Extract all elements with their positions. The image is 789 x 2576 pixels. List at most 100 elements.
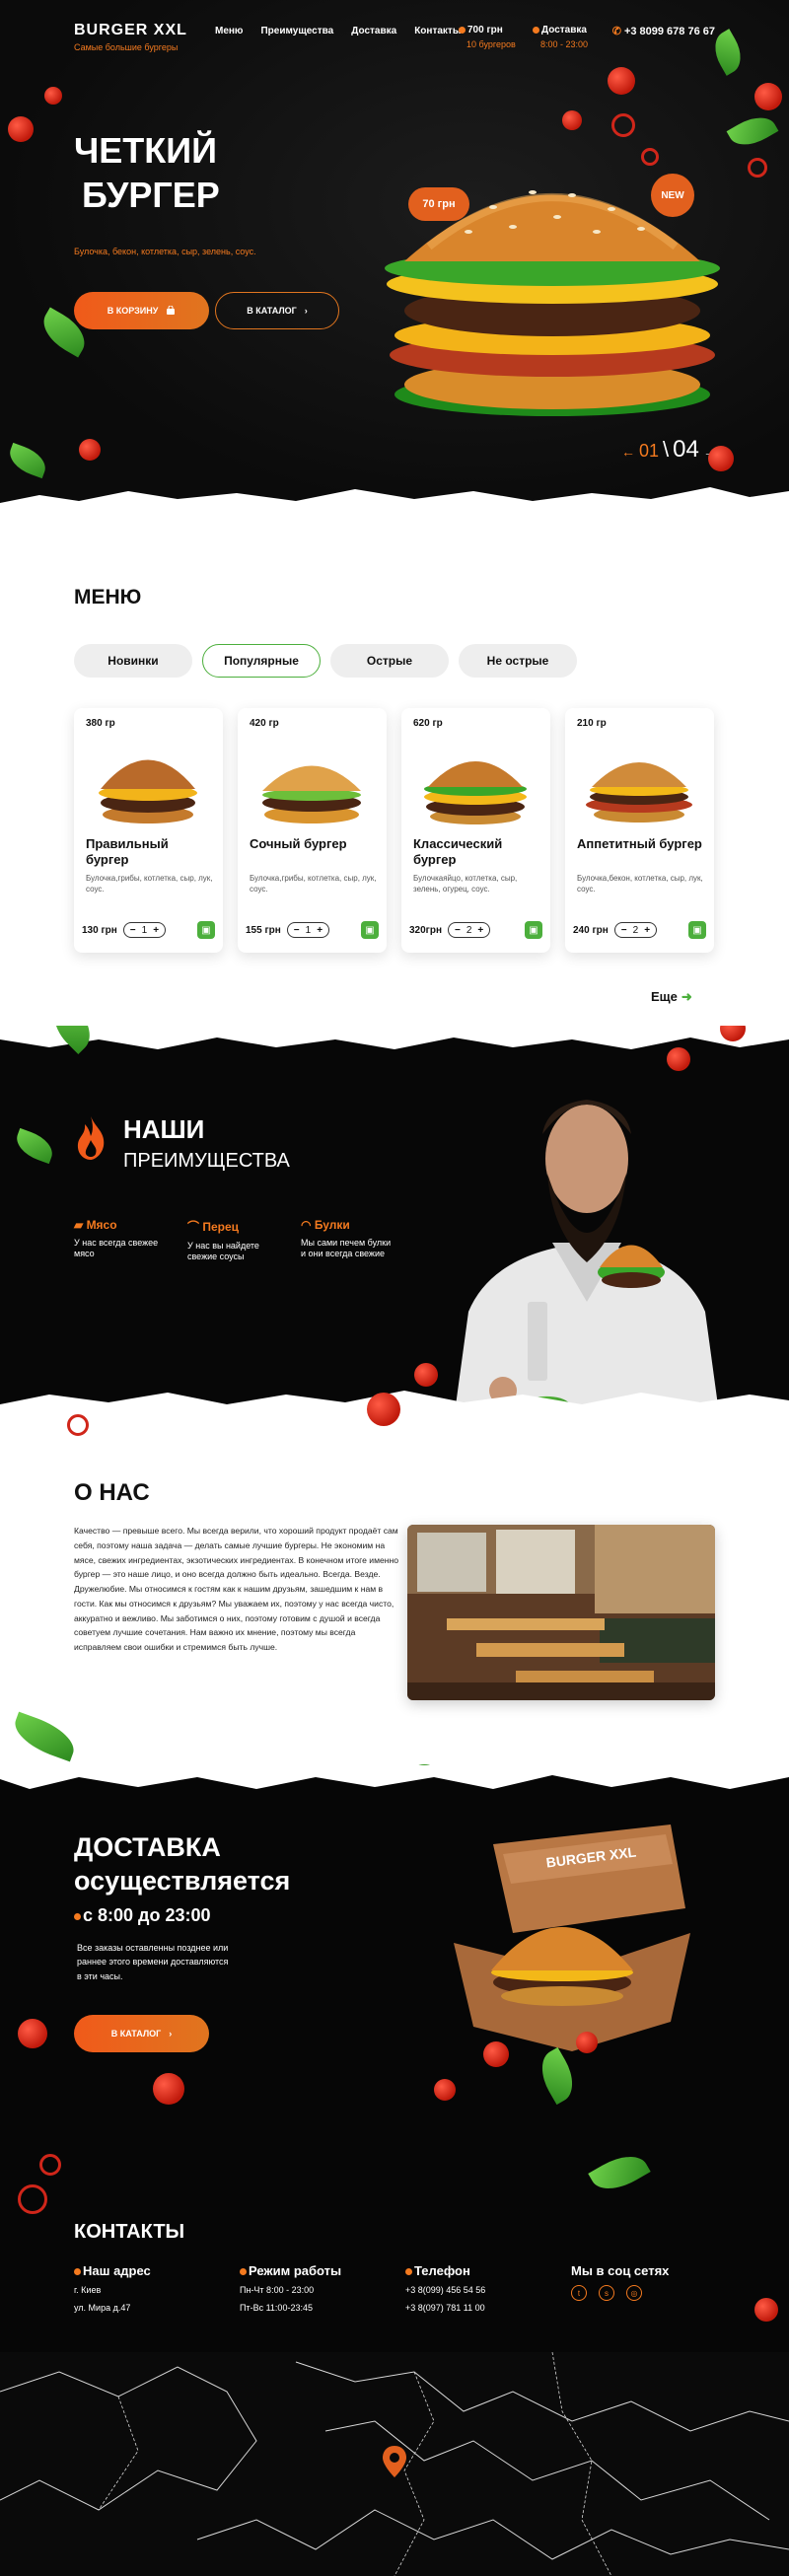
tomato-decoration <box>434 2079 456 2101</box>
product-actions: 320грн − 2 + ▣ <box>409 921 542 939</box>
address-street: ул. Мира д.47 <box>74 2302 131 2313</box>
pepper-icon: ⌒ <box>187 1220 203 1234</box>
plus-icon[interactable]: + <box>644 925 650 936</box>
hero-section: BURGER XXL Самые большие бургеры Меню Пр… <box>0 0 789 513</box>
logo[interactable]: BURGER XXL Самые большие бургеры <box>74 22 187 52</box>
contacts-title: КОНТАКТЫ <box>74 2221 185 2243</box>
phone-icon: ✆ <box>611 26 621 37</box>
product-card[interactable]: 210 гр Аппетитный бургер Булочка,бекон, … <box>565 708 714 953</box>
advantage-item: ⌒ Перец У нас вы найдете свежие соусы <box>187 1218 281 1263</box>
menu-tabs: Новинки Популярные Острые Не острые <box>74 644 577 678</box>
quantity-stepper[interactable]: − 1 + <box>122 922 167 938</box>
minus-icon[interactable]: − <box>455 925 461 936</box>
delivery-subtitle: осуществляется <box>74 1866 291 1896</box>
main-menu: Меню Преимущества Доставка Контакты <box>215 26 461 36</box>
quantity-value: 2 <box>466 924 472 936</box>
bun-icon: ◠ <box>301 1218 315 1232</box>
pepper-decoration <box>39 2154 61 2176</box>
add-to-cart-icon[interactable]: ▣ <box>197 921 215 939</box>
phone-number: +3 8099 678 76 67 <box>623 26 715 37</box>
top-nav: BURGER XXL Самые большие бургеры Меню Пр… <box>74 22 715 61</box>
nav-link-contacts[interactable]: Контакты <box>414 26 461 36</box>
twitter-icon[interactable]: t <box>571 2285 587 2301</box>
phone-icon <box>405 2268 412 2276</box>
nav-link-advantages[interactable]: Преимущества <box>260 26 333 36</box>
catalog-button[interactable]: В каталог › <box>215 292 339 329</box>
quantity-stepper[interactable]: − 1 + <box>286 922 330 938</box>
advantages-title: НАШИ <box>123 1114 205 1144</box>
phone-2[interactable]: +3 8(097) 781 11 00 <box>405 2303 571 2314</box>
quantity-stepper[interactable]: − 2 + <box>613 922 658 938</box>
delivery-title: ДОСТАВКА <box>74 1832 221 1862</box>
cart-icon <box>459 26 466 34</box>
tab-new[interactable]: Новинки <box>74 644 192 678</box>
chef-image <box>454 1100 720 1420</box>
nav-link-delivery[interactable]: Доставка <box>351 26 396 36</box>
leaf-decoration <box>726 108 779 154</box>
address-city: г. Киев <box>74 2285 102 2295</box>
hero-title-line2: БУРГЕР <box>82 175 220 215</box>
tomato-decoration <box>608 67 635 95</box>
header-phone[interactable]: ✆ +3 8099 678 76 67 <box>612 25 715 37</box>
catalog-label: В каталог <box>247 306 297 316</box>
nav-link-menu[interactable]: Меню <box>215 26 243 36</box>
plus-icon[interactable]: + <box>317 925 323 936</box>
header-cart[interactable]: 700 грн 10 бургеров <box>459 25 516 49</box>
tomato-decoration <box>18 2019 47 2048</box>
quantity-value: 1 <box>141 924 148 936</box>
arrow-left-icon[interactable]: ← <box>621 444 635 460</box>
tomato-decoration <box>708 446 734 471</box>
product-price: 155 грн <box>246 924 281 936</box>
minus-icon[interactable]: − <box>621 925 627 936</box>
product-composition: Булочка,грибы, котлетка, сыр, лук, соус. <box>86 874 213 894</box>
pepper-decoration <box>18 2184 47 2214</box>
delivery-catalog-button[interactable]: В Каталог › <box>74 2015 209 2052</box>
quantity-stepper[interactable]: − 2 + <box>448 922 491 938</box>
tab-popular[interactable]: Популярные <box>202 644 321 678</box>
advantages-section: НАШИ ПРЕИМУЩЕСТВА ▰ Мясо У нас всегда св… <box>0 1026 789 1420</box>
slide-separator: \ <box>663 437 670 462</box>
product-weight: 210 гр <box>577 718 607 729</box>
tab-spicy[interactable]: Острые <box>330 644 449 678</box>
pepper-decoration <box>67 1414 89 1436</box>
instagram-icon[interactable]: ◎ <box>626 2285 642 2301</box>
product-composition: Булочка,грибы, котлетка, сыр, лук, соус. <box>250 874 377 894</box>
social-links: t s ◎ <box>571 2285 737 2301</box>
delivery-hours: с 8:00 до 23:00 <box>74 1905 211 1926</box>
about-text: Качество — превыше всего. Мы всегда вери… <box>74 1524 399 1655</box>
cart-count: 10 бургеров <box>466 39 516 49</box>
plus-icon[interactable]: + <box>153 925 159 936</box>
plus-icon[interactable]: + <box>477 925 483 936</box>
product-card[interactable]: 420 гр Сочный бургер Булочка,грибы, котл… <box>238 708 387 953</box>
minus-icon[interactable]: − <box>130 925 136 936</box>
minus-icon[interactable]: − <box>294 925 300 936</box>
hero-title-line1: ЧЕТКИЙ <box>74 130 218 171</box>
menu-section-title: МЕНЮ <box>74 586 142 608</box>
tab-not-spicy[interactable]: Не острые <box>459 644 577 678</box>
product-actions: 130 грн − 1 + ▣ <box>82 921 215 939</box>
add-to-cart-icon[interactable]: ▣ <box>525 921 542 939</box>
add-to-cart-icon[interactable]: ▣ <box>361 921 379 939</box>
product-price: 320грн <box>409 924 442 936</box>
phone-1[interactable]: +3 8(099) 456 54 56 <box>405 2285 571 2296</box>
advantage-title: ▰ Мясо <box>74 1218 117 1232</box>
product-image <box>586 762 692 823</box>
pepper-decoration <box>641 148 659 166</box>
map-pin-icon[interactable] <box>380 2444 409 2479</box>
add-to-cart-icon[interactable]: ▣ <box>688 921 706 939</box>
tomato-decoration <box>367 1393 400 1426</box>
advantage-text: У нас всегда свежее мясо <box>74 1238 159 1259</box>
leaf-decoration <box>8 1711 81 1762</box>
more-link[interactable]: Еще ➜ <box>651 989 692 1005</box>
location-icon <box>74 2268 81 2276</box>
leaf-decoration <box>588 2146 651 2199</box>
product-card[interactable]: 380 гр Правильный бургер Булочка,грибы, … <box>74 708 223 953</box>
product-card[interactable]: 620 гр Классический бургер Булочкаяйцо, … <box>401 708 550 953</box>
add-to-cart-button[interactable]: В корзину <box>74 292 209 329</box>
address-heading: Наш адрес <box>74 2263 240 2278</box>
torn-paper-edge <box>0 1765 789 1789</box>
hours-weekend: Пт-Вс 11:00-23:45 <box>240 2302 313 2313</box>
tomato-decoration <box>754 2298 778 2322</box>
torn-paper-edge <box>0 487 789 513</box>
skype-icon[interactable]: s <box>599 2285 614 2301</box>
